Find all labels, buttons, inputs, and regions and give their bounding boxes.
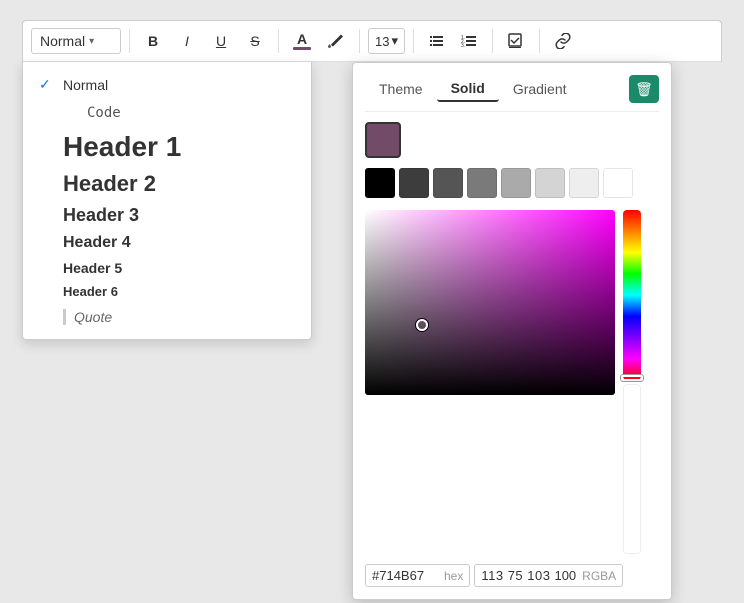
style-dropdown-label: Normal xyxy=(40,33,85,49)
paint-icon xyxy=(328,33,344,49)
preset-dark1[interactable] xyxy=(399,168,429,198)
main-area: ✓ Normal Code Header 1 Header 2 Header 3… xyxy=(22,62,722,340)
gradient-darkness-bg xyxy=(365,210,615,395)
color-gradient-canvas[interactable] xyxy=(365,210,615,395)
checklist-button[interactable] xyxy=(501,27,531,55)
dropdown-item-h6[interactable]: Header 6 xyxy=(23,280,311,303)
preset-colors xyxy=(365,168,659,198)
toolbar: Normal ▾ B I U S A 13 ▾ xyxy=(22,20,722,62)
font-color-letter: A xyxy=(297,32,307,46)
rgba-input-wrapper[interactable]: 113 75 103 100 RGBA xyxy=(474,564,623,587)
underline-button[interactable]: U xyxy=(206,27,236,55)
list-buttons: 1. 2. 3. xyxy=(422,27,484,55)
link-icon xyxy=(554,33,572,49)
color-canvas-area xyxy=(365,210,659,554)
list-ol-icon: 1. 2. 3. xyxy=(461,33,477,49)
color-cursor xyxy=(416,319,428,331)
dropdown-item-h3[interactable]: Header 3 xyxy=(23,201,311,230)
toolbar-separator-4 xyxy=(413,29,414,53)
chevron-down-icon: ▾ xyxy=(89,36,94,47)
style-dropdown[interactable]: Normal ▾ xyxy=(31,28,121,54)
preset-white[interactable] xyxy=(603,168,633,198)
italic-button[interactable]: I xyxy=(172,27,202,55)
dropdown-label-normal: Normal xyxy=(63,77,108,93)
opacity-strip[interactable] xyxy=(623,384,641,554)
dropdown-item-normal[interactable]: ✓ Normal xyxy=(23,70,311,99)
selected-color-preview[interactable] xyxy=(365,122,401,158)
checkmark-icon: ✓ xyxy=(39,76,55,93)
delete-color-button[interactable]: 🗑 xyxy=(629,75,659,103)
dropdown-item-h2[interactable]: Header 2 xyxy=(23,167,311,201)
font-size-control[interactable]: 13 ▾ xyxy=(368,28,405,54)
dropdown-label-quote: Quote xyxy=(74,309,112,325)
rgba-alpha: 100 xyxy=(554,568,576,583)
font-size-chevron-icon: ▾ xyxy=(391,33,398,49)
hex-label: hex xyxy=(444,569,463,583)
dropdown-label-h1: Header 1 xyxy=(63,131,181,163)
tab-solid[interactable]: Solid xyxy=(437,76,499,102)
rgba-values: 113 75 103 xyxy=(481,568,550,583)
color-picker-panel: Theme Solid Gradient 🗑 xyxy=(352,62,672,600)
preset-light1[interactable] xyxy=(569,168,599,198)
hue-cursor xyxy=(621,375,643,381)
dropdown-label-h3: Header 3 xyxy=(63,205,139,226)
dropdown-label-h5: Header 5 xyxy=(63,260,122,276)
dropdown-label-h6: Header 6 xyxy=(63,284,118,299)
toolbar-separator-1 xyxy=(129,29,130,53)
hex-input-wrapper: hex xyxy=(365,564,470,587)
tab-gradient-label: Gradient xyxy=(513,81,567,97)
dropdown-item-code[interactable]: Code xyxy=(23,99,311,127)
checklist-icon xyxy=(508,33,524,49)
tab-solid-label: Solid xyxy=(451,80,485,96)
bold-button[interactable]: B xyxy=(138,27,168,55)
delete-icon: 🗑 xyxy=(635,81,653,98)
ordered-list-button[interactable]: 1. 2. 3. xyxy=(454,27,484,55)
unordered-list-button[interactable] xyxy=(422,27,452,55)
rgba-label: RGBA xyxy=(582,569,616,583)
tab-gradient[interactable]: Gradient xyxy=(499,76,581,102)
dropdown-item-h5[interactable]: Header 5 xyxy=(23,256,311,280)
color-tabs-group: Theme Solid Gradient xyxy=(365,76,581,102)
preset-gray3[interactable] xyxy=(535,168,565,198)
toolbar-separator-3 xyxy=(359,29,360,53)
link-button[interactable] xyxy=(548,27,578,55)
font-color-button[interactable]: A xyxy=(287,27,317,55)
paint-button[interactable] xyxy=(321,27,351,55)
hex-input[interactable] xyxy=(372,568,440,583)
list-ul-icon xyxy=(429,33,445,49)
font-color-bar xyxy=(293,47,311,50)
font-size-value: 13 xyxy=(375,34,389,49)
svg-text:3.: 3. xyxy=(461,43,465,49)
color-picker-tabs: Theme Solid Gradient 🗑 xyxy=(365,75,659,112)
style-dropdown-panel: ✓ Normal Code Header 1 Header 2 Header 3… xyxy=(22,62,312,340)
preset-dark2[interactable] xyxy=(433,168,463,198)
hue-strip[interactable] xyxy=(623,210,641,380)
toolbar-separator-5 xyxy=(492,29,493,53)
hue-strip-wrapper xyxy=(623,210,641,554)
editor-ui: Normal ▾ B I U S A 13 ▾ xyxy=(22,20,722,340)
toolbar-separator-6 xyxy=(539,29,540,53)
preset-black[interactable] xyxy=(365,168,395,198)
toolbar-separator-2 xyxy=(278,29,279,53)
hex-rgba-row: hex 113 75 103 100 RGBA xyxy=(365,564,659,587)
strikethrough-button[interactable]: S xyxy=(240,27,270,55)
dropdown-item-quote[interactable]: Quote xyxy=(23,303,311,331)
tab-theme-label: Theme xyxy=(379,81,423,97)
dropdown-item-h1[interactable]: Header 1 xyxy=(23,127,311,167)
dropdown-label-h2: Header 2 xyxy=(63,171,156,197)
preset-gray2[interactable] xyxy=(501,168,531,198)
tab-theme[interactable]: Theme xyxy=(365,76,437,102)
dropdown-item-h4[interactable]: Header 4 xyxy=(23,230,311,256)
dropdown-label-h4: Header 4 xyxy=(63,234,131,252)
dropdown-label-code: Code xyxy=(87,105,121,121)
preset-gray1[interactable] xyxy=(467,168,497,198)
